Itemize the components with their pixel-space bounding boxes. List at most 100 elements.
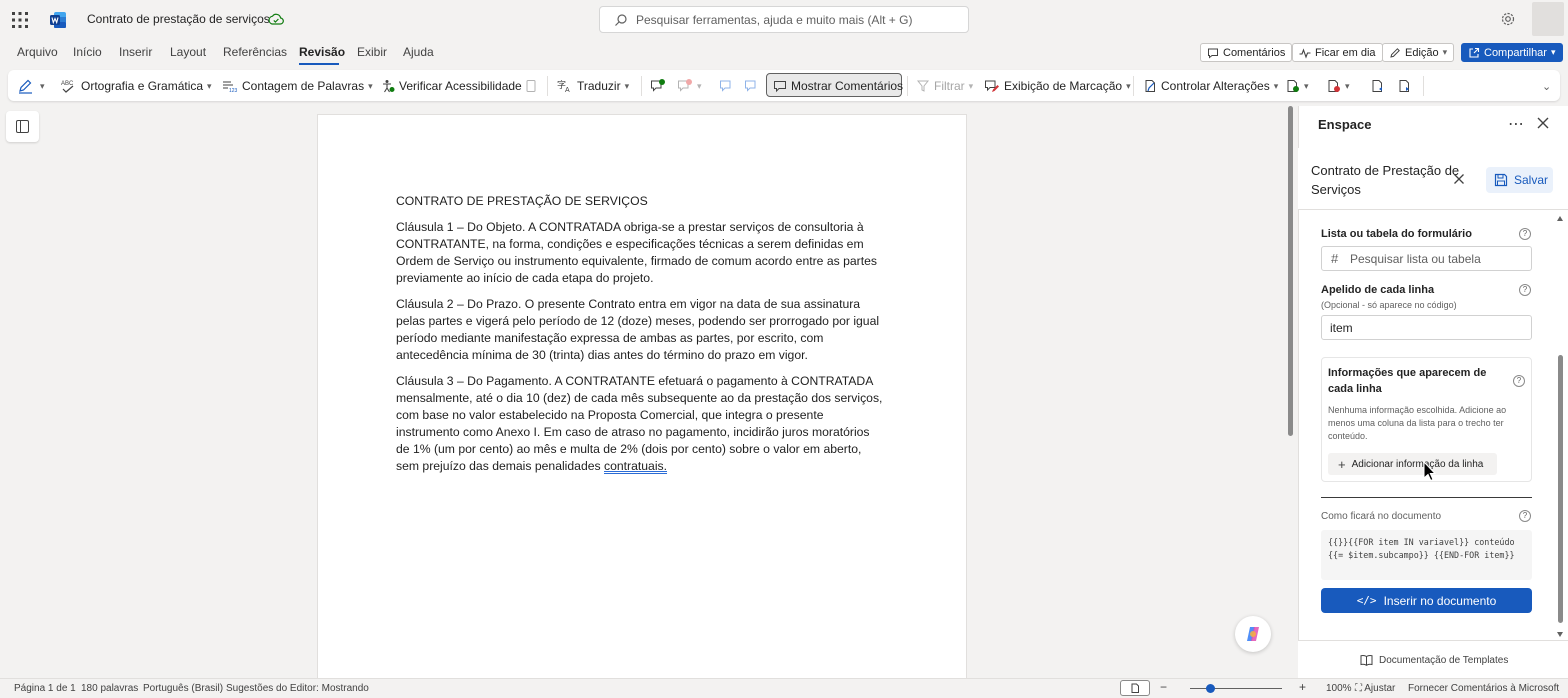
document-heading[interactable]: CONTRATO DE PRESTAÇÃO DE SERVIÇOS	[396, 193, 886, 210]
clause-2-paragraph[interactable]: Cláusula 2 – Do Prazo. O presente Contra…	[396, 296, 886, 364]
add-row-info-button[interactable]: + Adicionar informação da linha	[1328, 453, 1497, 475]
save-button[interactable]: Salvar	[1486, 167, 1553, 193]
settings-gear-icon[interactable]	[1500, 11, 1516, 27]
editing-mode-label: Edição	[1405, 46, 1439, 59]
zoom-slider[interactable]	[1190, 688, 1282, 689]
chevron-down-icon: ▾	[697, 80, 702, 91]
show-comments-button[interactable]: Mostrar Comentários	[773, 77, 903, 95]
search-input[interactable]	[636, 11, 956, 29]
help-icon[interactable]: ?	[1519, 228, 1531, 240]
zoom-level[interactable]: 100%	[1326, 683, 1352, 694]
fit-icon: ⛶	[1355, 683, 1362, 694]
close-template-icon[interactable]	[1453, 173, 1465, 185]
editor-flagged-word[interactable]: contratuais.	[604, 459, 667, 473]
previous-change-icon[interactable]	[1371, 77, 1385, 95]
tab-layout[interactable]: Layout	[170, 45, 206, 59]
filter-button[interactable]: Filtrar ▾	[916, 77, 973, 95]
clause-1-paragraph[interactable]: Cláusula 1 – Do Objeto. A CONTRATADA obr…	[396, 219, 886, 287]
row-alias-label: Apelido de cada linha	[1321, 284, 1435, 296]
zoom-slider-thumb[interactable]	[1206, 684, 1215, 693]
editor-button[interactable]: ▾	[18, 77, 45, 95]
track-changes-button[interactable]: Controlar Alterações ▾	[1143, 77, 1278, 95]
translate-button[interactable]: 字A Traduzir ▾	[557, 77, 629, 95]
ribbon-separator	[907, 76, 908, 96]
app-launcher-icon[interactable]	[10, 10, 30, 30]
editing-mode-button[interactable]: Edição ▾	[1382, 43, 1455, 62]
accessibility-label: Verificar Acessibilidade	[399, 79, 522, 93]
next-comment-icon[interactable]	[744, 77, 760, 95]
share-label: Compartilhar	[1484, 46, 1547, 59]
catch-up-button[interactable]: Ficar em dia	[1292, 43, 1383, 62]
document-body[interactable]: CONTRATO DE PRESTAÇÃO DE SERVIÇOS Cláusu…	[396, 193, 886, 484]
page-view-icon	[1131, 683, 1139, 693]
add-row-info-label: Adicionar informação da linha	[1351, 458, 1484, 470]
zoom-in-icon[interactable]: +	[1299, 680, 1306, 694]
accept-change-icon[interactable]: ▾	[1286, 77, 1309, 95]
document-page[interactable]: CONTRATO DE PRESTAÇÃO DE SERVIÇOS Cláusu…	[318, 115, 966, 685]
word-count[interactable]: 180 palavras	[81, 683, 138, 694]
chevron-down-icon: ▾	[968, 80, 974, 91]
print-layout-view-button[interactable]	[1120, 680, 1150, 696]
page-count[interactable]: Página 1 de 1	[14, 683, 76, 694]
tab-arquivo[interactable]: Arquivo	[17, 45, 58, 59]
tab-inicio[interactable]: Início	[73, 45, 102, 59]
search-box[interactable]	[599, 6, 969, 33]
row-alias-field[interactable]	[1321, 315, 1532, 340]
share-button[interactable]: Compartilhar ▾	[1461, 43, 1563, 62]
scroll-up-arrow-icon[interactable]	[1557, 216, 1563, 221]
comment-icon	[1208, 48, 1218, 59]
document-title[interactable]: Contrato de prestação de serviços	[87, 12, 270, 26]
tab-exibir[interactable]: Exibir	[357, 45, 387, 59]
list-table-search-input[interactable]	[1350, 251, 1525, 267]
track-changes-icon	[1145, 80, 1155, 92]
clause-3-paragraph[interactable]: Cláusula 3 – Do Pagamento. A CONTRATANTE…	[396, 373, 886, 475]
word-count-button[interactable]: 123 Contagem de Palavras ▾	[222, 77, 373, 95]
navigation-pane-button[interactable]	[6, 111, 39, 142]
comment-icon	[774, 81, 786, 93]
tab-ajuda[interactable]: Ajuda	[403, 45, 434, 59]
comments-button[interactable]: Comentários	[1200, 43, 1293, 62]
svg-text:123: 123	[229, 88, 238, 93]
tab-revisao[interactable]: Revisão	[299, 45, 345, 59]
read-aloud-icon[interactable]	[524, 77, 538, 95]
tab-referencias[interactable]: Referências	[223, 45, 287, 59]
editor-suggestions-status[interactable]: Sugestões do Editor: Mostrando	[226, 683, 369, 694]
pane-scrollbar-thumb[interactable]	[1558, 355, 1563, 623]
close-pane-icon[interactable]	[1537, 117, 1549, 129]
hash-icon: #	[1331, 251, 1339, 266]
help-icon[interactable]: ?	[1519, 284, 1531, 296]
language-status[interactable]: Português (Brasil)	[143, 683, 223, 694]
filter-icon	[916, 80, 930, 92]
ribbon-separator	[1133, 76, 1134, 96]
activity-icon	[1299, 47, 1311, 59]
row-alias-input[interactable]	[1330, 320, 1525, 336]
document-scrollbar[interactable]	[1288, 106, 1293, 436]
previous-comment-icon[interactable]	[719, 77, 735, 95]
markup-view-button[interactable]: Exibição de Marcação ▾	[984, 77, 1131, 95]
help-icon[interactable]: ?	[1513, 375, 1525, 387]
check-accessibility-button[interactable]: Verificar Acessibilidade	[381, 77, 522, 95]
new-comment-icon[interactable]	[650, 77, 666, 95]
list-table-field[interactable]: #	[1321, 246, 1532, 271]
help-icon[interactable]: ?	[1519, 510, 1531, 522]
ribbon-separator	[641, 76, 642, 96]
more-options-icon[interactable]: ⋯	[1508, 114, 1524, 134]
account-avatar[interactable]	[1532, 2, 1564, 36]
fit-zoom-button[interactable]: ⛶ Ajustar	[1355, 683, 1395, 694]
next-change-icon[interactable]	[1398, 77, 1412, 95]
search-icon	[614, 13, 628, 27]
delete-comment-icon[interactable]: ▾	[677, 77, 702, 95]
tab-inserir[interactable]: Inserir	[119, 45, 152, 59]
pane-title: Enspace	[1318, 117, 1372, 132]
spelling-grammar-button[interactable]: ABC Ortografia e Gramática ▾	[61, 77, 212, 95]
translate-icon: 字A	[557, 79, 570, 93]
scroll-down-arrow-icon[interactable]	[1557, 632, 1563, 637]
feedback-link[interactable]: Fornecer Comentários à Microsoft	[1408, 683, 1559, 694]
zoom-out-icon[interactable]: −	[1160, 680, 1167, 694]
ribbon-expand-chevron-icon[interactable]: ⌄	[1542, 77, 1551, 95]
templates-docs-link[interactable]: Documentação de Templates	[1360, 654, 1508, 666]
saved-status-icon[interactable]	[268, 12, 284, 28]
insert-into-document-button[interactable]: </> Inserir no documento	[1321, 588, 1532, 613]
copilot-button[interactable]	[1235, 616, 1271, 652]
reject-change-icon[interactable]: ▾	[1327, 77, 1350, 95]
